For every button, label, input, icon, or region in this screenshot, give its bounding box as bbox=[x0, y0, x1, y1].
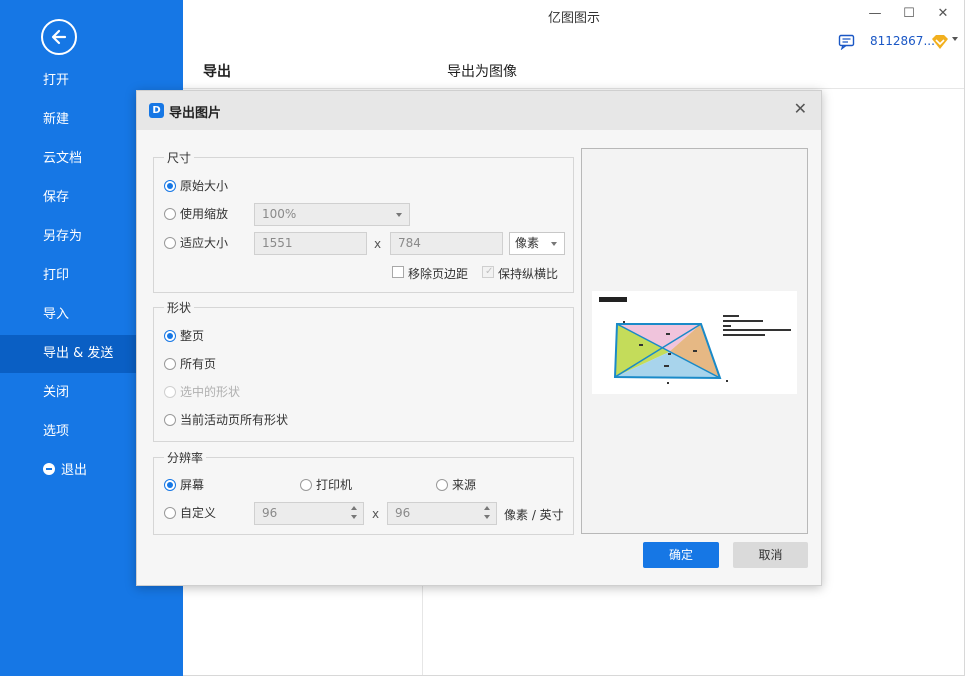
cancel-button[interactable]: 取消 bbox=[733, 542, 808, 568]
thumb-text-line bbox=[723, 325, 731, 327]
thumb-label-mark bbox=[639, 344, 643, 346]
height-input[interactable]: 784 bbox=[390, 232, 503, 255]
app-title: 亿图图示 bbox=[547, 11, 600, 26]
sub-title: 导出为图像 bbox=[447, 64, 517, 80]
dpi-unit-label: 像素 / 英寸 bbox=[504, 508, 564, 522]
unit-select[interactable]: 像素 bbox=[509, 232, 565, 255]
remove-margin-label: 移除页边距 bbox=[408, 267, 469, 281]
keep-ratio-checkbox: ✓ bbox=[482, 266, 494, 278]
size-group: 尺寸 原始大小 使用缩放 100% 适应大小 1551 x 784 像素 移除页… bbox=[153, 149, 574, 293]
diagram-thumbnail bbox=[599, 297, 791, 384]
exit-icon bbox=[43, 463, 55, 475]
shape-group: 形状 整页 所有页 选中的形状 当前活动页所有形状 bbox=[153, 299, 574, 442]
chevron-down-icon bbox=[551, 242, 557, 246]
resolution-group: 分辨率 屏幕 打印机 来源 自定义 96 x 96 像素 / 英寸 bbox=[153, 449, 574, 535]
dialog-header: D 导出图片 ✕ bbox=[137, 91, 821, 130]
user-id[interactable]: 8112867... bbox=[870, 34, 935, 48]
chevron-down-icon[interactable] bbox=[952, 37, 958, 41]
thumb-vertex-mark bbox=[726, 380, 728, 382]
check-icon: ✓ bbox=[485, 266, 494, 277]
arrow-left-icon bbox=[51, 29, 67, 45]
thumb-text-line bbox=[723, 315, 739, 317]
minimize-button[interactable]: — bbox=[860, 4, 890, 24]
times-sign: x bbox=[372, 507, 380, 521]
preview-canvas bbox=[592, 291, 797, 394]
resolution-group-label: 分辨率 bbox=[164, 449, 207, 466]
width-input[interactable]: 1551 bbox=[254, 232, 367, 255]
section-title: 导出 bbox=[203, 64, 231, 80]
image-preview bbox=[581, 148, 808, 534]
size-group-label: 尺寸 bbox=[164, 149, 195, 166]
dpi-y-input[interactable]: 96 bbox=[387, 502, 497, 525]
remove-margin-checkbox[interactable] bbox=[392, 266, 404, 278]
keep-ratio-label: 保持纵横比 bbox=[498, 267, 559, 281]
app-logo-icon: D bbox=[149, 103, 164, 118]
close-window-button[interactable]: ✕ bbox=[928, 4, 958, 24]
zoom-select[interactable]: 100% bbox=[254, 203, 410, 226]
times-sign: x bbox=[374, 237, 382, 251]
maximize-button[interactable]: ☐ bbox=[894, 4, 924, 24]
thumb-text-line bbox=[723, 320, 763, 322]
chevron-down-icon bbox=[396, 213, 402, 217]
thumb-vertex-mark bbox=[667, 382, 669, 384]
dialog-title: 导出图片 bbox=[169, 106, 222, 121]
header-divider bbox=[183, 88, 965, 89]
thumb-label-mark bbox=[668, 353, 671, 355]
spinner-icon[interactable] bbox=[351, 506, 359, 522]
spinner-icon[interactable] bbox=[484, 506, 492, 522]
thumb-label-mark bbox=[693, 350, 697, 352]
ok-button[interactable]: 确定 bbox=[643, 542, 719, 568]
shape-group-label: 形状 bbox=[164, 299, 195, 316]
dpi-x-input[interactable]: 96 bbox=[254, 502, 364, 525]
export-image-dialog: D 导出图片 ✕ 尺寸 原始大小 使用缩放 100% 适应大小 1551 x 7… bbox=[136, 90, 822, 586]
title-bar: 亿图图示 bbox=[183, 0, 965, 32]
thumb-text-line bbox=[723, 334, 765, 336]
dialog-close-button[interactable]: ✕ bbox=[794, 101, 807, 117]
thumb-label-mark bbox=[664, 365, 669, 367]
vip-diamond-icon[interactable] bbox=[931, 34, 949, 50]
content-divider bbox=[422, 586, 423, 676]
thumb-label-mark bbox=[666, 333, 670, 335]
thumb-vertex-mark bbox=[623, 321, 625, 323]
back-button[interactable] bbox=[41, 19, 77, 55]
thumb-text-line bbox=[723, 329, 791, 331]
thumb-title-mark bbox=[599, 297, 627, 302]
chat-icon[interactable] bbox=[838, 34, 856, 50]
